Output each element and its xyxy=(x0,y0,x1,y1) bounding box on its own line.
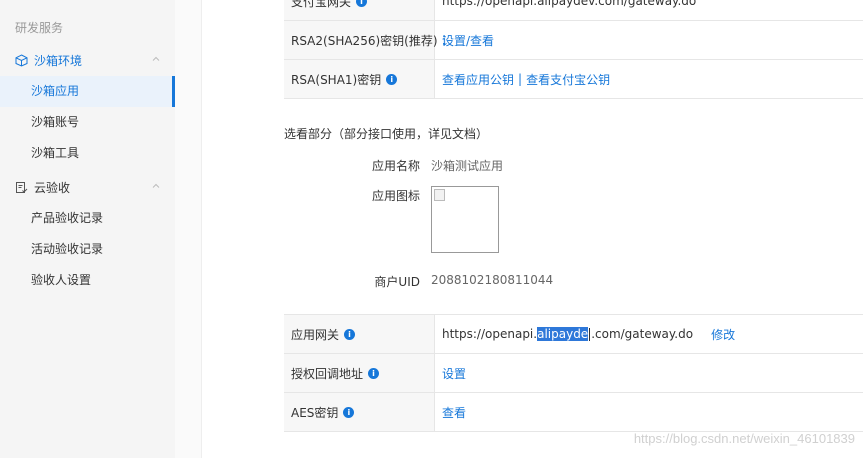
sidebar-item-sandbox-app[interactable]: 沙箱应用 xyxy=(0,76,175,107)
sidebar-group-label: 云验收 xyxy=(34,180,71,195)
modify-gateway-link[interactable]: 修改 xyxy=(711,326,735,343)
info-icon[interactable]: i xyxy=(368,367,380,379)
sidebar-group-cloud-acceptance[interactable]: 云验收 xyxy=(0,177,175,197)
sidebar-item-activity-acceptance[interactable]: 活动验收记录 xyxy=(0,234,175,265)
view-app-public-key-link[interactable]: 查看应用公钥 xyxy=(442,71,514,88)
row-value: https://openapi.alipayde .com/gateway.do … xyxy=(435,315,863,353)
merchant-uid-label: 商户UID xyxy=(374,275,420,289)
app-gateway-url[interactable]: https://openapi.alipayde .com/gateway.do xyxy=(442,327,693,341)
info-icon[interactable]: i xyxy=(386,73,398,85)
row-value: 设置/查看 xyxy=(435,21,863,59)
link-separator: | xyxy=(518,72,523,86)
cube-icon xyxy=(15,53,28,67)
app-icon-label: 应用图标 xyxy=(371,189,420,203)
sidebar-item-sandbox-account[interactable]: 沙箱账号 xyxy=(0,107,175,138)
table-row: AES密钥 i 查看 xyxy=(284,393,863,432)
sidebar-group-label: 沙箱环境 xyxy=(34,53,83,68)
gateway-value: https://openapi.alipaydev.com/gateway.do xyxy=(442,0,697,8)
info-icon[interactable]: i xyxy=(356,0,368,7)
watermark: https://blog.csdn.net/weixin_46101839 xyxy=(633,431,855,446)
broken-image-icon xyxy=(434,189,445,201)
table-row: 支付宝网关 i https://openapi.alipaydev.com/ga… xyxy=(284,0,863,21)
table-row: 应用网关 i https://openapi.alipayde .com/gate… xyxy=(284,315,863,354)
gateway-url-suffix: .com/gateway.do xyxy=(591,327,694,341)
row-value: 查看应用公钥 | 查看支付宝公钥 xyxy=(435,60,863,98)
info-icon[interactable]: i xyxy=(344,328,356,340)
rsa2-key-label: RSA2(SHA256)密钥(推荐) xyxy=(291,33,438,48)
merchant-uid-value: 2088102180811044 xyxy=(431,273,554,287)
aes-key-label: AES密钥 xyxy=(291,405,339,420)
row-label: 支付宝网关 i xyxy=(284,0,435,20)
content-gutter xyxy=(175,0,202,458)
set-callback-link[interactable]: 设置 xyxy=(442,365,466,382)
table-row: RSA2(SHA256)密钥(推荐) i 设置/查看 xyxy=(284,21,863,60)
sidebar-item-product-acceptance[interactable]: 产品验收记录 xyxy=(0,203,175,234)
row-value: 查看 xyxy=(435,393,863,431)
row-label: RSA2(SHA256)密钥(推荐) i xyxy=(284,21,446,59)
sidebar-item-sandbox-tools[interactable]: 沙箱工具 xyxy=(0,138,175,169)
sidebar-section-label: 研发服务 xyxy=(15,21,64,35)
selected-text: alipayde xyxy=(537,327,589,341)
clipboard-check-icon xyxy=(15,181,28,194)
table-row: RSA(SHA1)密钥 i 查看应用公钥 | 查看支付宝公钥 xyxy=(284,60,863,99)
rsa2-set-view-link[interactable]: 设置/查看 xyxy=(442,32,494,49)
gateway-label: 支付宝网关 xyxy=(291,0,352,9)
app-gateway-label: 应用网关 xyxy=(291,327,340,342)
sidebar-group-sandbox[interactable]: 沙箱环境 xyxy=(0,50,175,70)
row-value: 设置 xyxy=(435,354,863,392)
row-label: 应用网关 i xyxy=(284,315,435,353)
info-icon[interactable]: i xyxy=(343,406,355,418)
chevron-up-icon xyxy=(151,53,161,67)
rsa-key-label: RSA(SHA1)密钥 xyxy=(291,72,382,87)
row-label: 授权回调地址 i xyxy=(284,354,435,392)
view-aes-key-link[interactable]: 查看 xyxy=(442,404,466,421)
auth-callback-label: 授权回调地址 xyxy=(291,366,364,381)
table-row: 授权回调地址 i 设置 xyxy=(284,354,863,393)
gateway-url-prefix: https://openapi. xyxy=(442,327,538,341)
row-label: RSA(SHA1)密钥 i xyxy=(284,60,435,98)
row-label: AES密钥 i xyxy=(284,393,435,431)
optional-section-title: 选看部分（部分接口使用，详见文档） xyxy=(284,127,489,141)
sandbox-config-table: 支付宝网关 i https://openapi.alipaydev.com/ga… xyxy=(284,0,863,99)
sidebar: 研发服务 沙箱环境 沙箱应用 沙箱账号 沙箱工具 云验收 产品验收记录 活动验收… xyxy=(0,0,175,458)
app-name-value: 沙箱测试应用 xyxy=(431,159,504,173)
app-name-label: 应用名称 xyxy=(371,159,420,173)
sidebar-item-acceptor-settings[interactable]: 验收人设置 xyxy=(0,265,175,296)
view-alipay-public-key-link[interactable]: 查看支付宝公钥 xyxy=(526,71,610,88)
chevron-up-icon xyxy=(151,180,161,194)
optional-config-table: 应用网关 i https://openapi.alipayde .com/gate… xyxy=(284,314,863,432)
app-icon-image[interactable] xyxy=(431,186,499,253)
